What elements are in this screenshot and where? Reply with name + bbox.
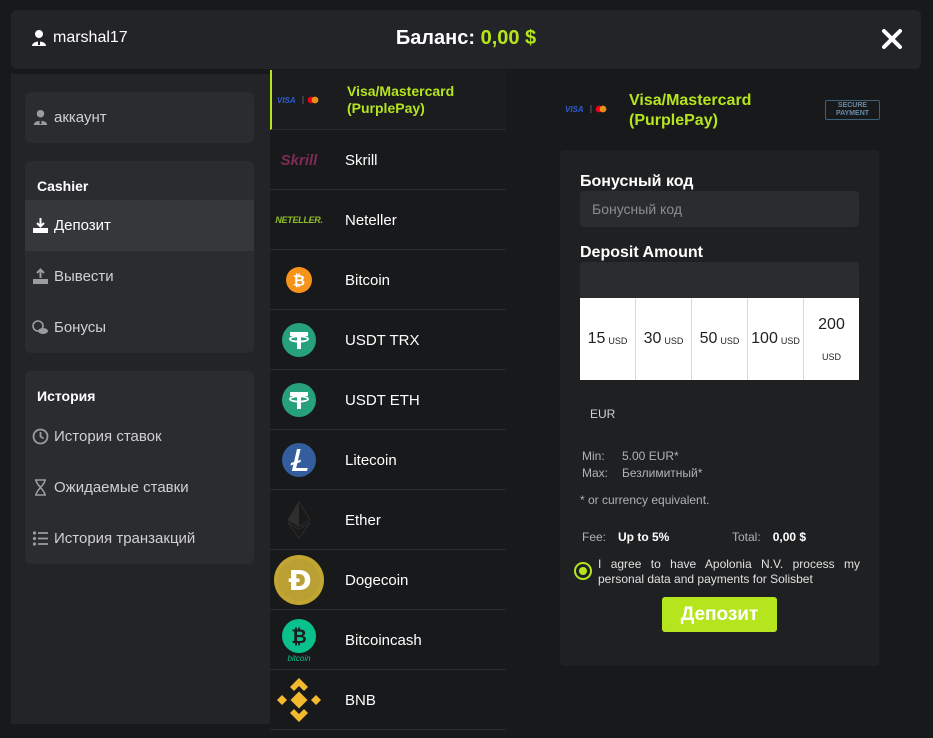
currency-selector[interactable]: EUR	[590, 407, 615, 421]
history-card: История История ставок Ожидаемые ставки …	[25, 371, 254, 564]
tether-icon	[270, 310, 328, 370]
sidebar-item-bet-history[interactable]: История ставок	[25, 411, 254, 462]
selected-method-name: Visa/Mastercard (PurplePay)	[629, 92, 752, 129]
deposit-amount-input[interactable]	[580, 262, 859, 298]
fee-info: Fee: Up to 5%	[582, 530, 670, 544]
sidebar-item-label: Вывести	[54, 268, 114, 285]
method-name: Litecoin	[345, 451, 397, 469]
bonus-icon	[32, 320, 48, 334]
deposit-button[interactable]: Депозит	[662, 597, 777, 632]
method-bitcoincash[interactable]: ₿ bitcoin Bitcoincash	[270, 610, 506, 670]
sidebar-item-account[interactable]: аккаунт	[25, 92, 254, 143]
method-usdt-trx[interactable]: USDT TRX	[270, 310, 506, 370]
litecoin-icon	[270, 430, 328, 490]
amount-presets: 15 USD 30 USD 50 USD 100 USD 200 USD	[580, 298, 859, 380]
method-name: Ether	[345, 511, 381, 529]
preset-50[interactable]: 50 USD	[692, 298, 748, 380]
deposit-amount-label: Deposit Amount	[580, 244, 703, 261]
svg-text:₿: ₿	[293, 272, 305, 290]
sidebar: аккаунт Cashier Депозит Вывести Бонусы И…	[11, 74, 270, 724]
sidebar-item-bonuses[interactable]: Бонусы	[25, 302, 254, 353]
method-litecoin[interactable]: Litecoin	[270, 430, 506, 490]
balance-label: Баланс:	[395, 27, 476, 49]
method-name: USDT ETH	[345, 391, 420, 409]
method-usdt-eth[interactable]: USDT ETH	[270, 370, 506, 430]
sidebar-item-transaction-history[interactable]: История транзакций	[25, 513, 254, 564]
cashier-heading: Cashier	[37, 178, 89, 194]
svg-text:VISA: VISA	[277, 96, 296, 105]
cashier-card: Cashier Депозит Вывести Бонусы	[25, 161, 254, 353]
sidebar-item-label: История ставок	[54, 428, 162, 445]
preset-15[interactable]: 15 USD	[580, 298, 636, 380]
deposit-form: Бонусный код Deposit Amount 15USD 30USD …	[560, 150, 879, 666]
user-icon	[33, 109, 48, 126]
sidebar-item-withdraw[interactable]: Вывести	[25, 251, 254, 302]
method-ether[interactable]: Ether	[270, 490, 506, 550]
method-name: Bitcoin	[345, 271, 391, 289]
bonus-code-label: Бонусный код	[580, 173, 694, 190]
secure-payment-badge: SECURE PAYMENT	[825, 100, 880, 120]
sidebar-item-label: Депозит	[54, 217, 111, 234]
sidebar-item-label: История транзакций	[54, 530, 196, 547]
method-name: Neteller	[345, 211, 397, 229]
tether-icon	[270, 370, 328, 430]
deposit-limits: Min: 5.00 EUR* Max: Безлимитный*	[582, 449, 703, 480]
method-dogecoin[interactable]: Ð Dogecoin	[270, 550, 506, 610]
method-name: USDT TRX	[345, 331, 420, 349]
svg-text:Ð: Ð	[288, 564, 311, 597]
method-bitcoin[interactable]: ₿ Bitcoin	[270, 250, 506, 310]
deposit-icon	[33, 218, 48, 233]
svg-text:VISA: VISA	[565, 105, 584, 114]
method-visa-mastercard[interactable]: VISA Visa/Mastercard (PurplePay)	[270, 70, 506, 130]
sidebar-item-pending-bets[interactable]: Ожидаемые ставки	[25, 462, 254, 513]
method-bnb[interactable]: BNB	[270, 670, 506, 730]
radio-checked-icon	[574, 562, 592, 580]
bonus-code-input[interactable]	[580, 191, 859, 227]
payment-methods-list: VISA Visa/Mastercard (PurplePay) Skrill …	[270, 70, 506, 738]
method-name: Bitcoincash	[345, 631, 422, 649]
skrill-icon: Skrill	[280, 151, 318, 169]
currency-note: * or currency equivalent.	[580, 493, 710, 507]
consent-text: I agree to have Apolonia N.V. process my…	[598, 557, 860, 586]
dogecoin-icon: Ð	[270, 550, 328, 610]
preset-30[interactable]: 30 USD	[636, 298, 692, 380]
sidebar-item-label: Бонусы	[54, 319, 107, 336]
consent-checkbox[interactable]: I agree to have Apolonia N.V. process my…	[574, 557, 860, 587]
bnb-icon	[270, 670, 328, 730]
method-neteller[interactable]: NETELLER. Neteller	[270, 190, 506, 250]
method-name: BNB	[345, 691, 376, 709]
neteller-icon: NETELLER.	[275, 215, 323, 225]
preset-200[interactable]: 200 USD	[804, 298, 859, 380]
balance-value: 0,00 $	[480, 27, 537, 49]
withdraw-icon	[33, 268, 48, 284]
sidebar-item-label: Ожидаемые ставки	[54, 479, 189, 496]
clock-icon	[32, 428, 49, 445]
balance: Баланс: 0,00 $	[11, 27, 921, 50]
close-button[interactable]	[879, 26, 905, 52]
selected-method-header: VISA Visa/Mastercard (PurplePay) SECURE …	[560, 90, 880, 132]
bitcoincash-icon: ₿ bitcoin	[270, 610, 328, 670]
visa-mastercard-icon: VISA	[564, 102, 614, 120]
close-icon	[882, 29, 902, 49]
sidebar-item-label: аккаунт	[54, 109, 107, 126]
method-skrill[interactable]: Skrill Skrill	[270, 130, 506, 190]
method-name: Skrill	[345, 151, 378, 169]
total-info: Total: 0,00 $	[732, 530, 807, 544]
bitcoin-icon: ₿	[270, 250, 328, 310]
visa-mastercard-icon: VISA	[272, 70, 330, 130]
account-card: аккаунт	[25, 92, 254, 143]
preset-100[interactable]: 100 USD	[748, 298, 804, 380]
svg-text:₿: ₿	[291, 626, 306, 648]
list-icon	[32, 531, 48, 546]
history-heading: История	[37, 388, 96, 404]
hourglass-icon	[35, 479, 46, 496]
sidebar-item-deposit[interactable]: Депозит	[25, 200, 254, 251]
method-name: Dogecoin	[345, 571, 409, 589]
top-bar: marshal17 Баланс: 0,00 $	[11, 10, 921, 69]
ether-icon	[270, 490, 328, 550]
method-name: Visa/Mastercard (PurplePay)	[347, 83, 455, 116]
